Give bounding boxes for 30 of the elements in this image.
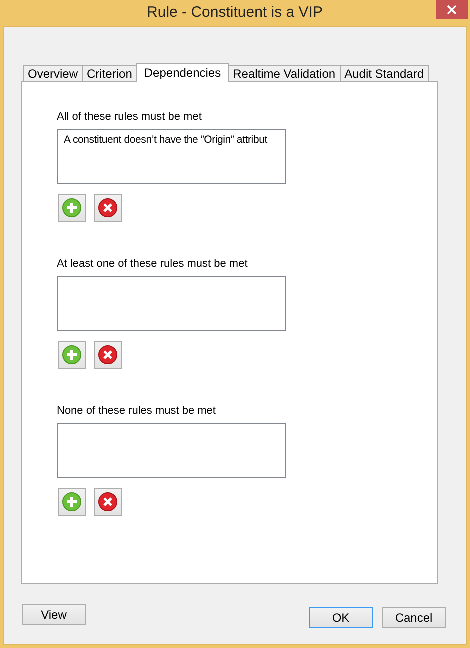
delete-button[interactable] [94,341,122,369]
delete-button[interactable] [94,488,122,516]
section-label: At least one of these rules must be met [57,257,249,271]
rule-list[interactable] [57,423,286,478]
rule-list[interactable] [57,276,286,331]
tab[interactable]: Overview [23,65,84,81]
rule-list[interactable]: A constituent doesn’t have the ”Origin” attribut [57,129,286,184]
tab[interactable]: Criterion [82,65,138,81]
list-item[interactable]: A constituent doesn’t have the ”Origin” attribut [64,133,268,148]
tab[interactable]: Audit Standard [340,65,429,81]
add-icon [62,345,82,365]
add-icon [62,492,82,512]
close-button[interactable] [436,0,468,19]
close-icon [447,4,457,14]
delete-icon [98,198,118,218]
window-title: Rule - Constituent is a VIP [147,4,323,21]
add-icon [62,198,82,218]
dialog-button[interactable]: View [22,604,86,625]
delete-icon [98,345,118,365]
dialog-button[interactable]: OK [309,607,373,628]
add-button[interactable] [58,488,86,516]
section-label: None of these rules must be met [57,404,217,418]
section-label: All of these rules must be met [57,110,203,124]
tab[interactable]: Realtime Validation [228,65,341,81]
delete-button[interactable] [94,194,122,222]
tab[interactable]: Dependencies [136,63,230,82]
delete-icon [98,492,118,512]
add-button[interactable] [58,194,86,222]
dialog-button[interactable]: Cancel [382,607,446,628]
add-button[interactable] [58,341,86,369]
